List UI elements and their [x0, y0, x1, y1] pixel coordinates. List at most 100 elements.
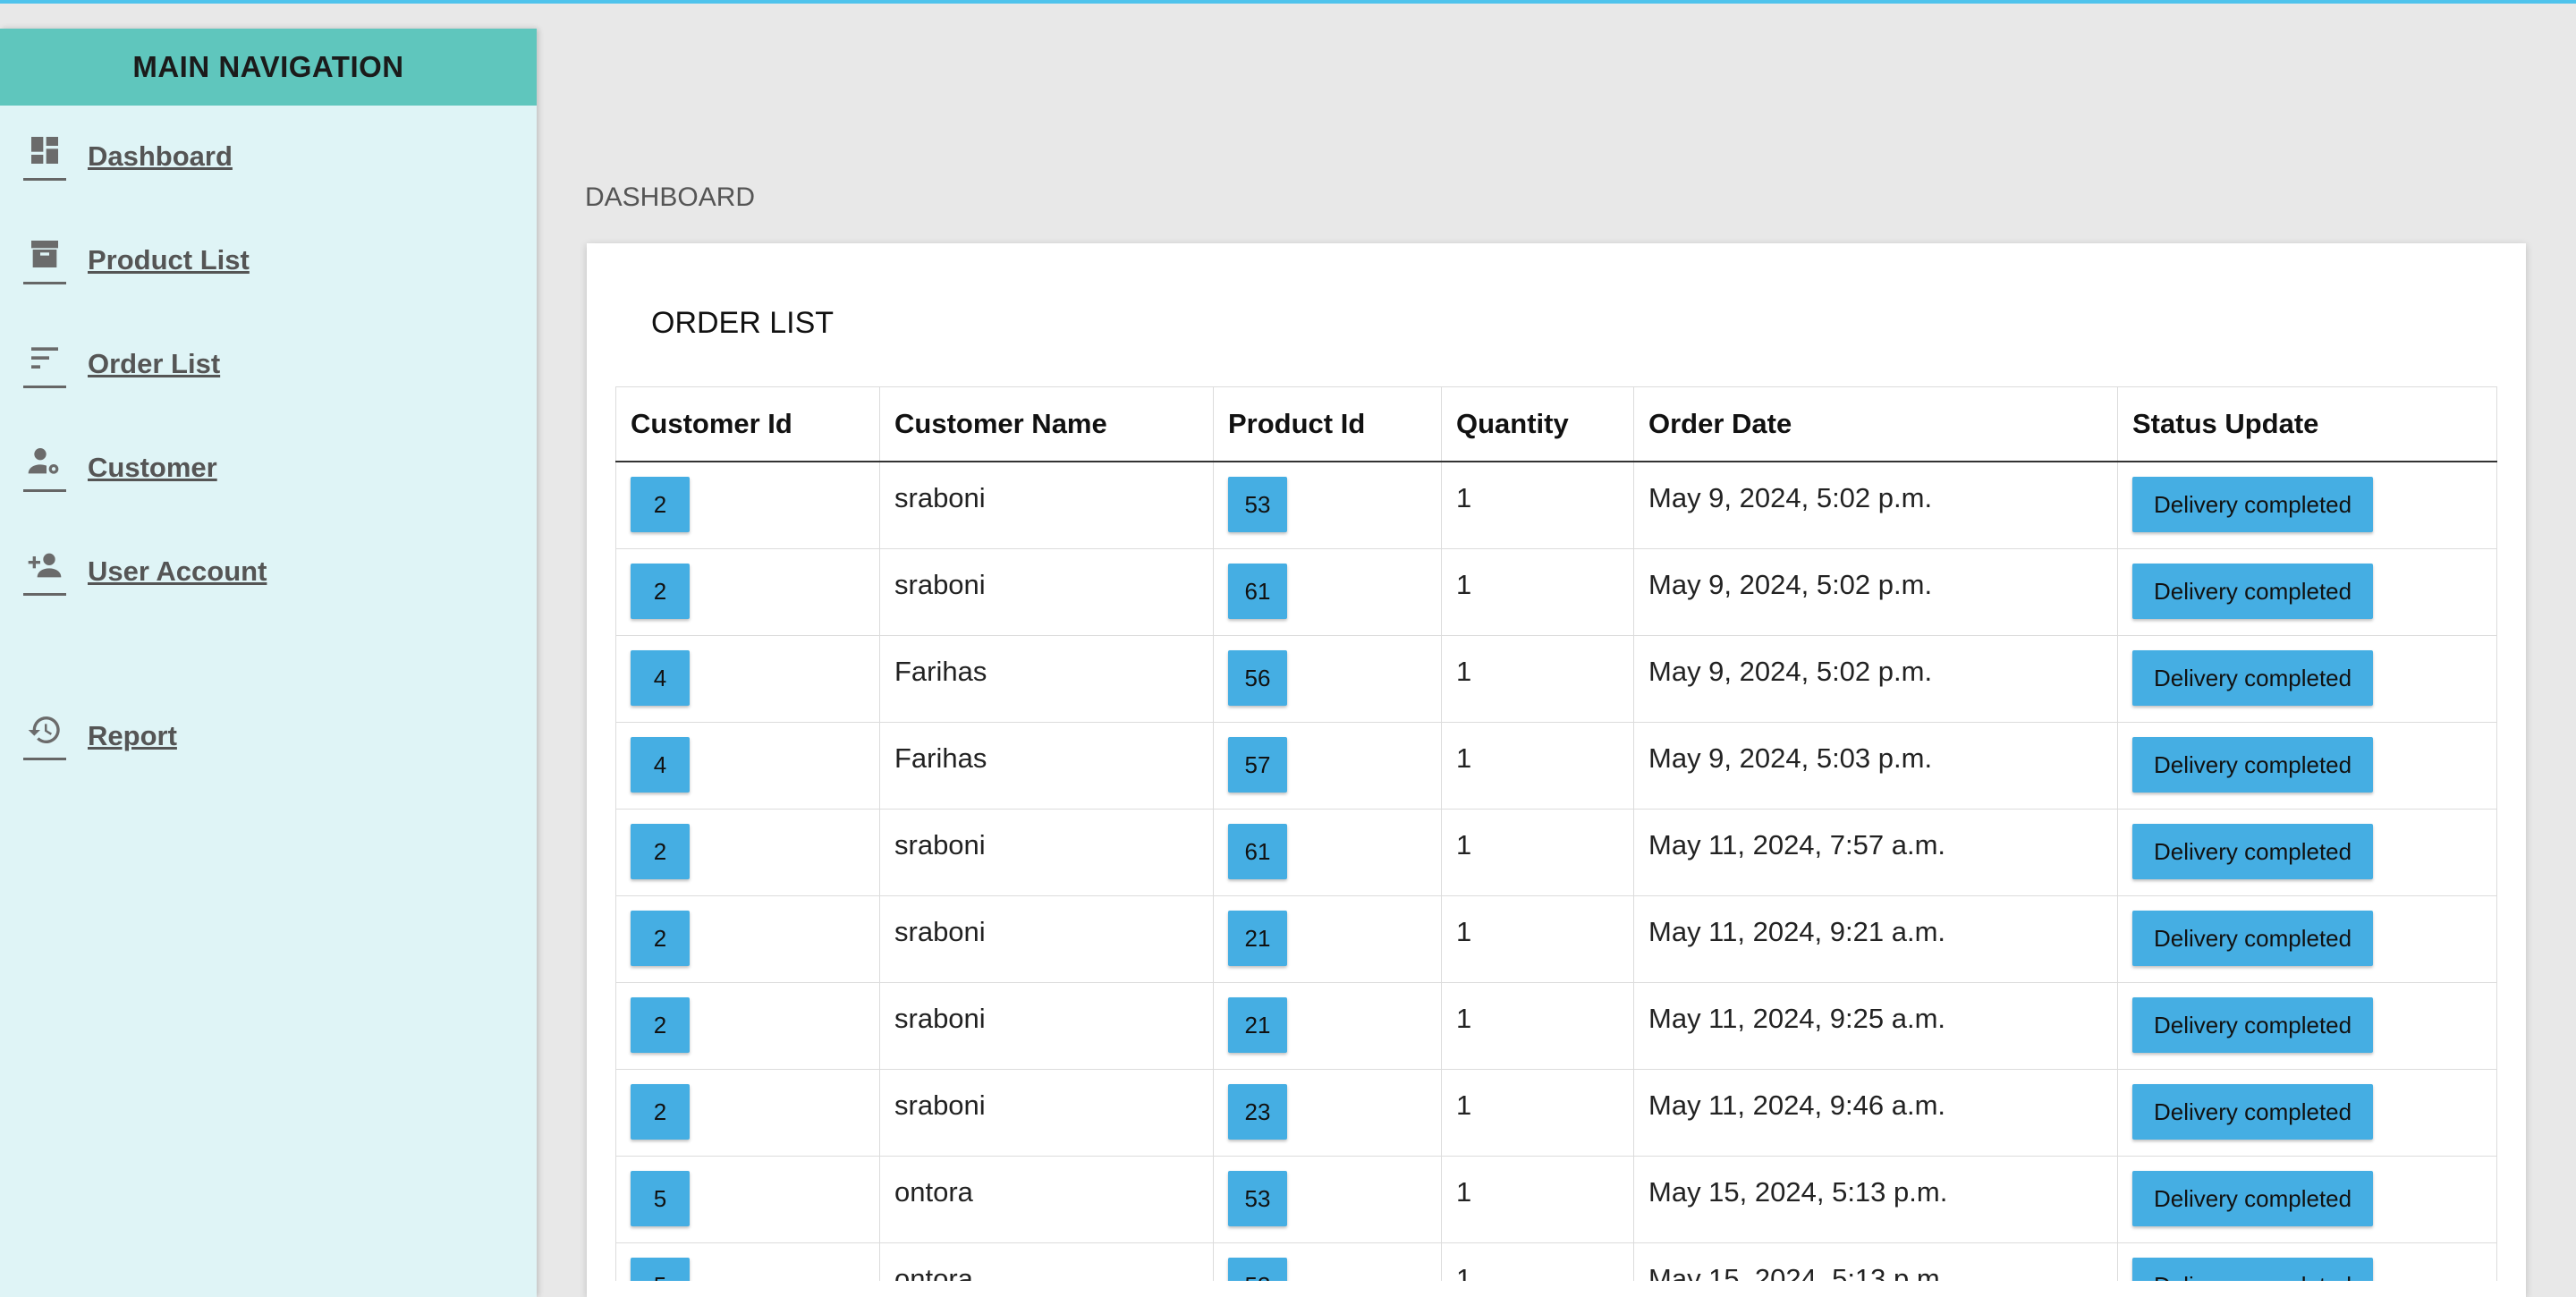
- customer-name: sraboni: [894, 1089, 986, 1121]
- table-row: 5 ontora 53 1 May 15, 2024, 5:13 p.m. De…: [615, 1242, 2497, 1281]
- sidebar-item-dashboard[interactable]: Dashboard: [23, 132, 233, 181]
- customer-name: ontora: [894, 1176, 973, 1208]
- status-update-button[interactable]: Delivery completed: [2132, 477, 2374, 532]
- quantity: 1: [1456, 656, 1472, 687]
- sidebar-item-report[interactable]: Report: [23, 712, 177, 760]
- table-row: 2 sraboni 21 1 May 11, 2024, 9:25 a.m. D…: [615, 982, 2497, 1070]
- sidebar-title: MAIN NAVIGATION: [0, 29, 537, 106]
- order-list-title: ORDER LIST: [651, 306, 835, 340]
- archive-box-icon: [23, 236, 66, 284]
- order-date: May 11, 2024, 9:46 a.m.: [1648, 1089, 1946, 1121]
- table-row: 5 ontora 53 1 May 15, 2024, 5:13 p.m. De…: [615, 1156, 2497, 1243]
- product-id-button[interactable]: 21: [1228, 997, 1287, 1053]
- order-table: Customer Id Customer Name Product Id Qua…: [615, 386, 2497, 1281]
- table-header-row: Customer Id Customer Name Product Id Qua…: [615, 386, 2497, 462]
- product-id-button[interactable]: 61: [1228, 824, 1287, 879]
- status-update-button[interactable]: Delivery completed: [2132, 737, 2374, 793]
- status-update-button[interactable]: Delivery completed: [2132, 1171, 2374, 1226]
- sidebar-item-label[interactable]: User Account: [88, 555, 267, 588]
- quantity: 1: [1456, 916, 1472, 947]
- order-date: May 11, 2024, 9:21 a.m.: [1648, 916, 1946, 947]
- customer-name: Farihas: [894, 742, 987, 774]
- column-header-customer-id: Customer Id: [615, 386, 880, 462]
- order-date: May 9, 2024, 5:03 p.m.: [1648, 742, 1933, 774]
- status-update-button[interactable]: Delivery completed: [2132, 1084, 2374, 1140]
- status-update-button[interactable]: Delivery completed: [2132, 997, 2374, 1053]
- column-header-quantity: Quantity: [1441, 386, 1634, 462]
- table-row: 4 Farihas 57 1 May 9, 2024, 5:03 p.m. De…: [615, 722, 2497, 810]
- table-row: 2 sraboni 61 1 May 9, 2024, 5:02 p.m. De…: [615, 548, 2497, 636]
- history-icon: [23, 712, 66, 760]
- table-row: 2 sraboni 21 1 May 11, 2024, 9:21 a.m. D…: [615, 895, 2497, 983]
- status-update-button[interactable]: Delivery completed: [2132, 824, 2374, 879]
- page-title: DASHBOARD: [585, 182, 756, 212]
- column-header-order-date: Order Date: [1633, 386, 2118, 462]
- user-gear-icon: [23, 444, 66, 492]
- order-date: May 15, 2024, 5:13 p.m.: [1648, 1263, 1948, 1281]
- sidebar-item-product-list[interactable]: Product List: [23, 236, 250, 284]
- quantity: 1: [1456, 1089, 1472, 1121]
- order-date: May 9, 2024, 5:02 p.m.: [1648, 569, 1933, 600]
- customer-id-button[interactable]: 2: [631, 477, 690, 532]
- customer-id-button[interactable]: 4: [631, 737, 690, 793]
- customer-id-button[interactable]: 2: [631, 997, 690, 1053]
- column-header-product-id: Product Id: [1213, 386, 1442, 462]
- customer-id-button[interactable]: 4: [631, 650, 690, 706]
- product-id-button[interactable]: 56: [1228, 650, 1287, 706]
- customer-id-button[interactable]: 2: [631, 911, 690, 966]
- customer-id-button[interactable]: 5: [631, 1258, 690, 1281]
- customer-id-button[interactable]: 2: [631, 564, 690, 619]
- status-update-button[interactable]: Delivery completed: [2132, 564, 2374, 619]
- order-list-card: ORDER LIST Customer Id Customer Name Pro…: [587, 243, 2526, 1297]
- sidebar-item-label[interactable]: Product List: [88, 244, 250, 276]
- order-date: May 11, 2024, 7:57 a.m.: [1648, 829, 1946, 860]
- product-id-button[interactable]: 53: [1228, 477, 1287, 532]
- product-id-button[interactable]: 53: [1228, 1171, 1287, 1226]
- customer-name: ontora: [894, 1263, 973, 1281]
- order-date: May 9, 2024, 5:02 p.m.: [1648, 482, 1933, 513]
- product-id-button[interactable]: 57: [1228, 737, 1287, 793]
- sidebar-item-label[interactable]: Dashboard: [88, 140, 233, 173]
- order-table-scroll[interactable]: Customer Id Customer Name Product Id Qua…: [615, 386, 2497, 1281]
- product-id-button[interactable]: 53: [1228, 1258, 1287, 1281]
- sidebar-item-label[interactable]: Customer: [88, 452, 217, 484]
- table-row: 2 sraboni 23 1 May 11, 2024, 9:46 a.m. D…: [615, 1069, 2497, 1157]
- add-user-icon: [23, 547, 66, 596]
- order-date: May 15, 2024, 5:13 p.m.: [1648, 1176, 1948, 1208]
- quantity: 1: [1456, 1263, 1472, 1281]
- sidebar-item-customer[interactable]: Customer: [23, 444, 217, 492]
- customer-name: sraboni: [894, 482, 986, 513]
- table-row: 4 Farihas 56 1 May 9, 2024, 5:02 p.m. De…: [615, 635, 2497, 723]
- sidebar-item-user-account[interactable]: User Account: [23, 547, 267, 596]
- customer-name: sraboni: [894, 569, 986, 600]
- quantity: 1: [1456, 829, 1472, 860]
- customer-name: sraboni: [894, 829, 986, 860]
- customer-id-button[interactable]: 2: [631, 824, 690, 879]
- sidebar: MAIN NAVIGATION Dashboard Product List O…: [0, 29, 537, 1297]
- quantity: 1: [1456, 1176, 1472, 1208]
- product-id-button[interactable]: 23: [1228, 1084, 1287, 1140]
- customer-id-button[interactable]: 2: [631, 1084, 690, 1140]
- order-date: May 11, 2024, 9:25 a.m.: [1648, 1003, 1946, 1034]
- sort-lines-icon: [23, 340, 66, 388]
- column-header-customer-name: Customer Name: [879, 386, 1214, 462]
- top-accent-line: [0, 0, 2576, 4]
- status-update-button[interactable]: Delivery completed: [2132, 650, 2374, 706]
- order-date: May 9, 2024, 5:02 p.m.: [1648, 656, 1933, 687]
- quantity: 1: [1456, 742, 1472, 774]
- dashboard-icon: [23, 132, 66, 181]
- sidebar-item-order-list[interactable]: Order List: [23, 340, 220, 388]
- customer-id-button[interactable]: 5: [631, 1171, 690, 1226]
- sidebar-item-label[interactable]: Order List: [88, 348, 220, 380]
- column-header-status-update: Status Update: [2117, 386, 2497, 462]
- quantity: 1: [1456, 482, 1472, 513]
- product-id-button[interactable]: 61: [1228, 564, 1287, 619]
- quantity: 1: [1456, 1003, 1472, 1034]
- customer-name: sraboni: [894, 1003, 986, 1034]
- table-row: 2 sraboni 61 1 May 11, 2024, 7:57 a.m. D…: [615, 809, 2497, 896]
- customer-name: sraboni: [894, 916, 986, 947]
- status-update-button[interactable]: Delivery completed: [2132, 911, 2374, 966]
- status-update-button[interactable]: Delivery completed: [2132, 1258, 2374, 1281]
- sidebar-item-label[interactable]: Report: [88, 720, 177, 752]
- product-id-button[interactable]: 21: [1228, 911, 1287, 966]
